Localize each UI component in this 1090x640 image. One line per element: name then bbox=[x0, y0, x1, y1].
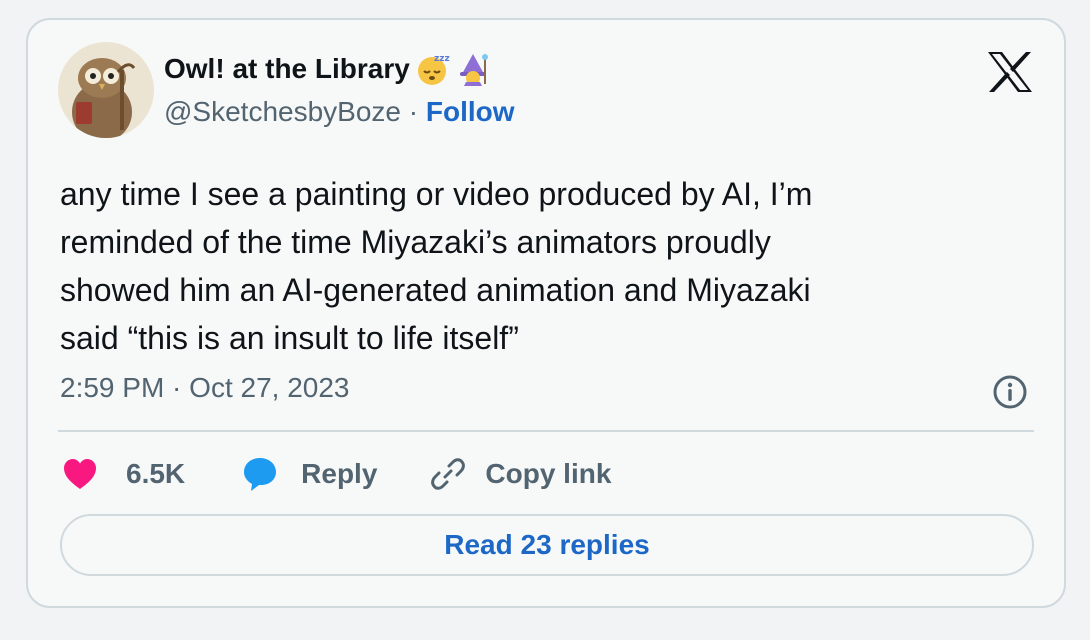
divider bbox=[58, 430, 1034, 432]
handle-separator: · bbox=[408, 96, 419, 127]
mage-icon bbox=[459, 54, 488, 86]
heart-icon bbox=[64, 459, 96, 489]
reply-button[interactable]: Reply bbox=[241, 455, 377, 493]
copy-link-label: Copy link bbox=[485, 458, 612, 489]
tweet-text: any time I see a painting or video produ… bbox=[60, 176, 813, 356]
author-handle-line: @SketchesbyBoze · Follow bbox=[164, 96, 515, 128]
x-logo-icon[interactable] bbox=[986, 50, 1034, 94]
svg-text:zzz: zzz bbox=[434, 54, 450, 64]
reply-label: Reply bbox=[301, 458, 378, 489]
like-button[interactable]: 6.5K bbox=[62, 458, 185, 490]
sleeping-face-icon: zzz bbox=[417, 54, 450, 85]
info-icon[interactable] bbox=[992, 374, 1028, 410]
author-display-name[interactable]: Owl! at the Library bbox=[164, 53, 410, 85]
owl-avatar-image bbox=[58, 42, 154, 138]
avatar[interactable] bbox=[58, 42, 154, 138]
read-replies-button[interactable]: Read 23 replies bbox=[60, 514, 1034, 576]
action-bar: 6.5K Reply Copy link bbox=[62, 452, 611, 496]
tweet-timestamp[interactable]: 2:59 PM · Oct 27, 2023 bbox=[60, 372, 350, 404]
follow-button[interactable]: Follow bbox=[426, 96, 515, 127]
like-count: 6.5K bbox=[126, 458, 186, 489]
speech-bubble-icon bbox=[244, 458, 277, 491]
author-name-line: Owl! at the Library zzz bbox=[164, 52, 490, 86]
author-handle[interactable]: @SketchesbyBoze bbox=[164, 96, 401, 127]
link-icon bbox=[431, 458, 466, 490]
copy-link-button[interactable]: Copy link bbox=[429, 455, 611, 493]
